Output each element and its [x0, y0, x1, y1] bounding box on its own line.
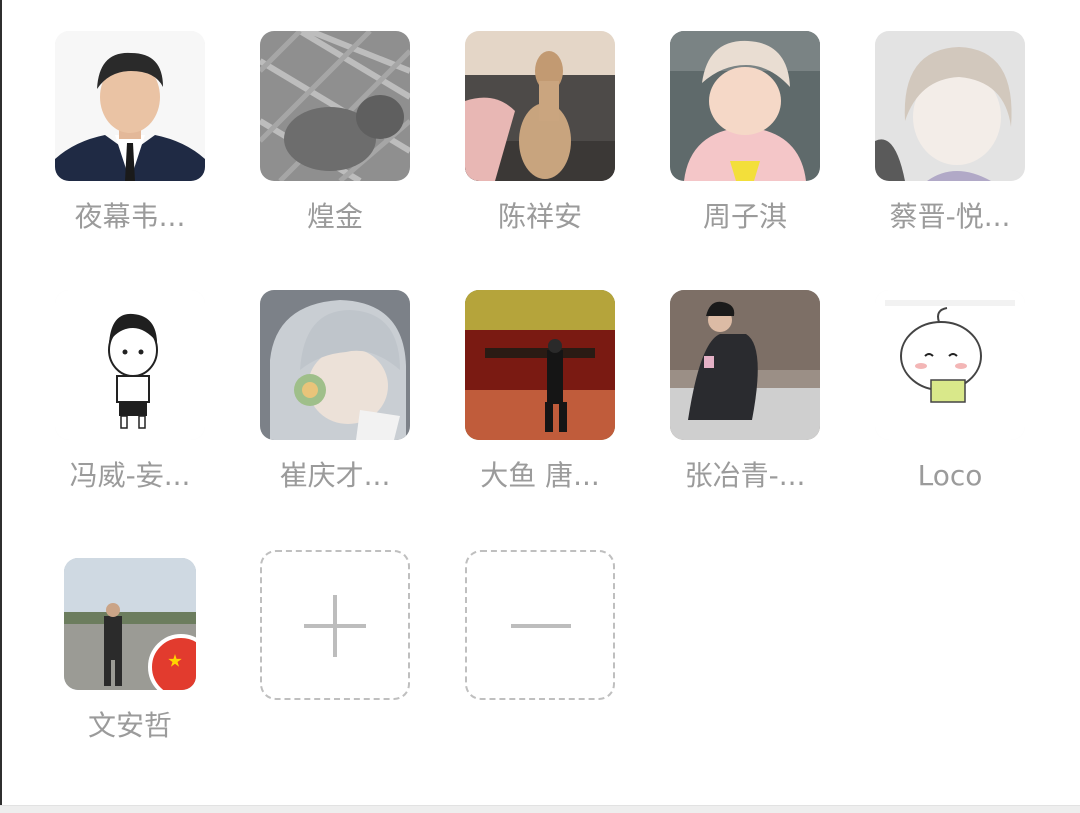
member-name: 夜幕韦...	[74, 200, 186, 233]
member-name: 张冶青-...	[684, 459, 806, 492]
window-left-border	[0, 0, 2, 813]
member-tile[interactable]: 冯威-妄...	[28, 290, 232, 494]
member-name: 大鱼 唐...	[480, 459, 600, 492]
member-name: 周子淇	[702, 200, 787, 233]
member-tile[interactable]: 蔡晋-悦...	[848, 31, 1052, 235]
avatar[interactable]	[670, 290, 820, 440]
avatar[interactable]	[875, 31, 1025, 181]
bottom-divider	[0, 805, 1080, 813]
member-tile[interactable]: Loco	[848, 290, 1052, 494]
member-tile[interactable]: 大鱼 唐...	[438, 290, 642, 494]
member-name: 文安哲	[87, 709, 172, 742]
member-name: 陈祥安	[497, 200, 582, 233]
avatar[interactable]	[875, 290, 1025, 440]
member-tile[interactable]: 煌金	[233, 31, 437, 235]
avatar[interactable]	[465, 31, 615, 181]
member-tile[interactable]: 夜幕韦...	[28, 31, 232, 235]
minus-icon	[511, 624, 571, 628]
member-tile[interactable]: 文安哲	[28, 558, 232, 744]
avatar[interactable]	[260, 31, 410, 181]
avatar[interactable]	[670, 31, 820, 181]
plus-icon	[333, 595, 337, 657]
avatar[interactable]	[260, 290, 410, 440]
member-name: 冯威-妄...	[69, 459, 191, 492]
member-tile[interactable]: 周子淇	[643, 31, 847, 235]
member-tile[interactable]: 崔庆才...	[233, 290, 437, 494]
member-name: 崔庆才...	[279, 459, 391, 492]
remove-member-button[interactable]	[465, 550, 615, 700]
member-name: Loco	[917, 459, 983, 492]
member-tile[interactable]: 张冶青-...	[643, 290, 847, 494]
avatar[interactable]	[55, 31, 205, 181]
member-tile[interactable]: 陈祥安	[438, 31, 642, 235]
member-name: 煌金	[306, 200, 363, 233]
add-member-button[interactable]	[260, 550, 410, 700]
member-name: 蔡晋-悦...	[889, 200, 1011, 233]
avatar[interactable]	[55, 290, 205, 440]
avatar[interactable]	[64, 558, 196, 690]
avatar[interactable]	[465, 290, 615, 440]
